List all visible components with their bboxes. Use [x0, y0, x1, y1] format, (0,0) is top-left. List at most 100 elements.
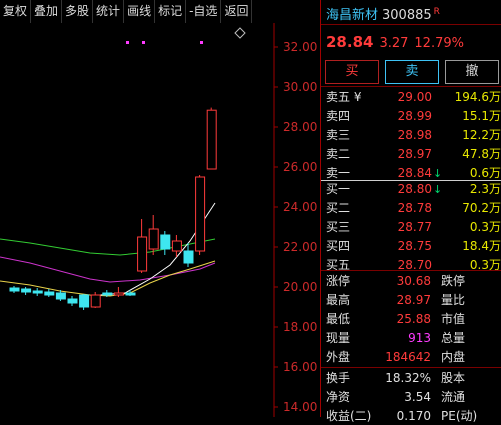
level-volume: 47.8万 [462, 147, 501, 161]
stat-value: 184642 [385, 350, 431, 364]
signal-marker [142, 41, 145, 44]
y-tick-label: 28.00 [283, 120, 317, 134]
candle-body-up [90, 294, 101, 308]
level-volume: 12.2万 [462, 128, 501, 142]
stat-label-2: 总量 [441, 331, 466, 345]
kline-chart[interactable]: 32.00 30.00 28.00 26.00 24.00 22.00 20.00 18.00… [0, 23, 320, 417]
price-change: 3.27 [379, 36, 409, 51]
stat-value: 913 [408, 331, 431, 345]
level-volume: 15.1万 [462, 109, 501, 123]
stat-label-2: 流通 [441, 390, 466, 404]
y-tick-label: 32.00 [283, 40, 317, 54]
candle-body-down [67, 298, 78, 304]
stock-code: 300885 [382, 8, 432, 23]
candle-body-down [32, 290, 43, 294]
cancel-button[interactable]: 撤 [445, 60, 499, 84]
candle-body-down [9, 287, 20, 292]
ask-row[interactable]: 卖五 ¥ 29.00 194.6万 [321, 89, 501, 106]
candle-body-up [148, 228, 159, 250]
toolbar-button-2[interactable]: 多股 [62, 0, 94, 23]
ma-line-green [0, 238, 216, 256]
candle-body-up [195, 176, 206, 252]
last-price: 28.84 [326, 33, 374, 51]
y-tick-label: 26.00 [283, 160, 317, 174]
level-volume: 0.3万 [469, 220, 501, 234]
ask-row[interactable]: 卖四 28.99 15.1万 [321, 108, 501, 125]
candle-body-down [55, 292, 66, 300]
ma-line-yellow [0, 260, 216, 297]
bid-row[interactable]: 买一 28.80 ↓ 2.3万 [321, 181, 501, 198]
stat-value: 3.54 [404, 390, 431, 404]
level-price: 28.75 [397, 239, 432, 253]
y-tick-label: 24.00 [283, 200, 317, 214]
divider [321, 270, 501, 271]
y-tick-label: 20.00 [283, 280, 317, 294]
stat-label: 换手 [326, 371, 351, 385]
toolbar-button-3[interactable]: 统计 [93, 0, 125, 23]
candle-body-down [79, 294, 90, 308]
stat-row: 现量 913 总量 [321, 330, 501, 347]
toolbar-button-1[interactable]: 叠加 [31, 0, 63, 23]
level-price: 28.97 [397, 147, 432, 161]
level-label: 买一 [326, 182, 351, 196]
level-label: 买三 [326, 220, 351, 234]
y-tick-label: 16.00 [283, 360, 317, 374]
ask-row[interactable]: 卖二 28.97 47.8万 [321, 146, 501, 163]
quote-panel: 海昌新材 300885 R 28.84 3.27 12.79% 买 卖 撤 卖五 ¥ 29… [321, 0, 501, 423]
stat-label: 外盘 [326, 350, 351, 364]
toolbar-button-6[interactable]: -自选 [186, 0, 222, 23]
toolbar-button-0[interactable]: 复权 [0, 0, 32, 23]
level-price: 28.70 [397, 258, 432, 272]
y-tick-label: 14.00 [283, 400, 317, 414]
candle-body-up [206, 109, 217, 170]
y-tick-label: 18.00 [283, 320, 317, 334]
stat-label: 最高 [326, 293, 351, 307]
stat-label-2: 市值 [441, 312, 466, 326]
candle-body-down [183, 250, 194, 264]
candle-body-up [113, 292, 124, 296]
level-label: 卖四 [326, 109, 351, 123]
stat-row: 最高 28.97 量比 [321, 292, 501, 309]
stat-row: 外盘 184642 内盘 [321, 349, 501, 366]
price-row: 28.84 3.27 12.79% [326, 32, 464, 51]
level-label: 买二 [326, 201, 351, 215]
candle-body-down [125, 292, 136, 296]
r-badge: R [433, 6, 440, 17]
stat-label: 涨停 [326, 274, 351, 288]
stat-label-2: 量比 [441, 293, 466, 307]
ma-line-purple [0, 256, 216, 283]
level-price: 28.78 [397, 201, 432, 215]
toolbar-button-4[interactable]: 画线 [124, 0, 156, 23]
divider [321, 367, 501, 368]
diamond-icon [234, 27, 246, 39]
level-volume: 70.2万 [462, 201, 501, 215]
stat-row: 最低 25.88 市值 [321, 311, 501, 328]
toolbar-button-5[interactable]: 标记 [155, 0, 187, 23]
down-arrow-icon: ↓ [433, 183, 443, 196]
bid-row[interactable]: 买三 28.77 0.3万 [321, 219, 501, 236]
level-price: 28.77 [397, 220, 432, 234]
candle-body-up [137, 236, 148, 272]
level-label: 买四 [326, 239, 351, 253]
stock-title: 海昌新材 300885 R [326, 4, 440, 23]
stat-label-2: 跌停 [441, 274, 466, 288]
level-label: 买五 [326, 258, 351, 272]
level-label: 卖三 [326, 128, 351, 142]
signal-marker [126, 41, 129, 44]
bid-row[interactable]: 买五 28.70 0.3万 [321, 257, 501, 274]
stat-value: 25.88 [396, 312, 431, 326]
bid-row[interactable]: 买二 28.78 70.2万 [321, 200, 501, 217]
sell-button[interactable]: 卖 [385, 60, 439, 84]
level-price: 28.80 [397, 182, 432, 196]
stat-label: 净资 [326, 390, 351, 404]
y-tick-label: 22.00 [283, 240, 317, 254]
buy-button[interactable]: 买 [325, 60, 379, 84]
level-price: 28.99 [397, 109, 432, 123]
stat-label-2: 内盘 [441, 350, 466, 364]
bid-row[interactable]: 买四 28.75 18.4万 [321, 238, 501, 255]
toolbar-button-7[interactable]: 返回 [221, 0, 253, 23]
level-price: 28.98 [397, 128, 432, 142]
kline-svg: 32.00 30.00 28.00 26.00 24.00 22.00 20.00 18.00… [0, 23, 317, 417]
level-volume: 194.6万 [454, 90, 501, 104]
ask-row[interactable]: 卖三 28.98 12.2万 [321, 127, 501, 144]
